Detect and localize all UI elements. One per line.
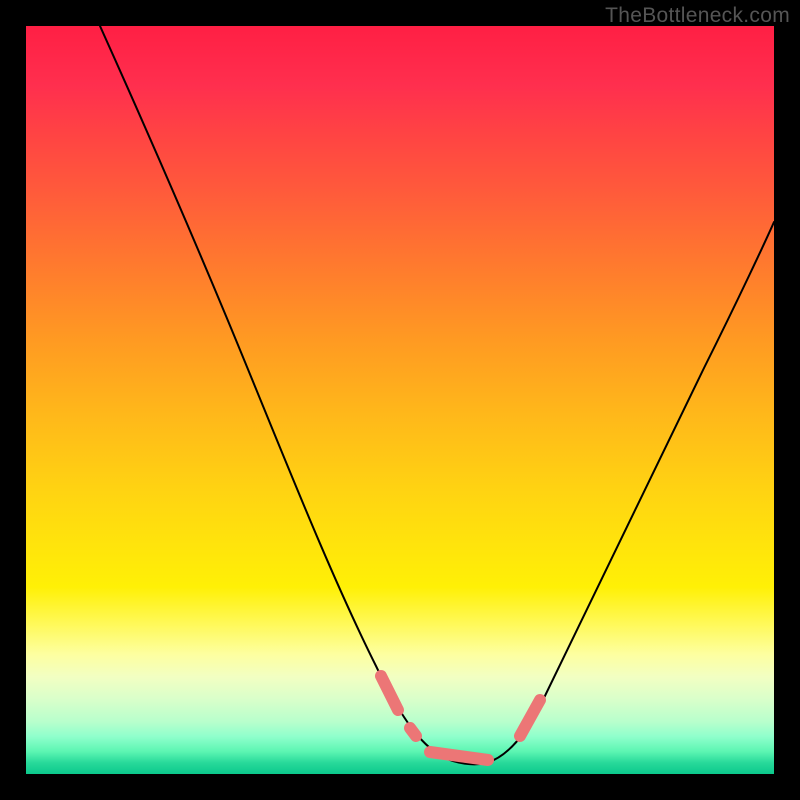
plot-area — [26, 26, 774, 774]
watermark-text: TheBottleneck.com — [605, 4, 790, 28]
chart-frame: TheBottleneck.com — [0, 0, 800, 800]
bottleneck-curve — [100, 26, 774, 764]
chart-svg — [26, 26, 774, 774]
